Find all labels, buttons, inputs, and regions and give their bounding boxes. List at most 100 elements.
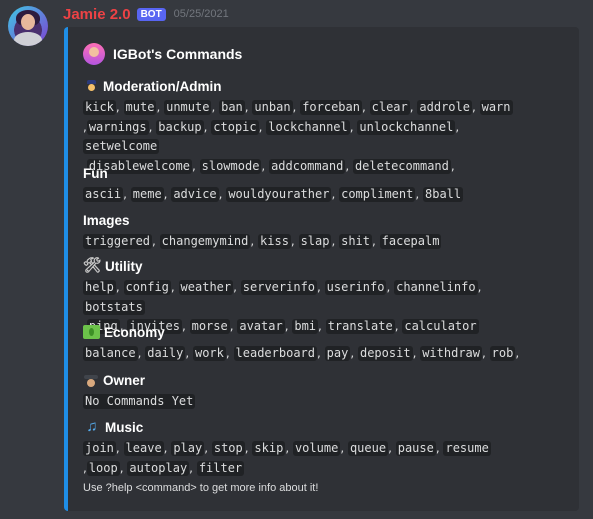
field-value: join, leave, play, stop, skip, volume, q…	[83, 439, 528, 478]
bot-badge: BOT	[136, 7, 166, 21]
command-code: backup	[156, 119, 204, 135]
field-title: ♫ Music	[83, 418, 528, 436]
command-code: shit	[339, 234, 373, 249]
command-code: addrole	[417, 100, 472, 115]
command-code: leave	[123, 441, 164, 456]
command-code: botstats	[83, 299, 145, 315]
command-code: play	[171, 441, 205, 456]
embed-author-name: IGBot's Commands	[113, 46, 243, 62]
command-line: triggered, changemymind, kiss, slap, shi…	[83, 234, 442, 249]
field-title: Moderation/Admin	[83, 77, 528, 95]
field-title: Owner	[83, 371, 528, 389]
embed-field-images: Images triggered, changemymind, kiss, sla…	[83, 211, 528, 252]
command-code: kiss	[258, 234, 291, 249]
detective-icon	[83, 372, 99, 388]
embed-author: IGBot's Commands	[83, 43, 242, 65]
command-code: resume	[443, 441, 491, 456]
command-code: unban	[252, 100, 293, 115]
field-value: No Commands Yet	[83, 392, 528, 412]
command-line: No Commands Yet	[83, 392, 528, 412]
command-code: unlockchannel	[357, 119, 456, 135]
command-code: withdraw	[420, 346, 482, 361]
command-code: leaderboard	[233, 346, 318, 361]
money-with-wings-icon	[83, 325, 100, 339]
command-code: warnings	[86, 119, 149, 135]
command-code: changemymind	[159, 234, 251, 249]
field-title: Images	[83, 211, 528, 229]
command-code: stop	[211, 441, 245, 456]
command-code: mute	[123, 100, 157, 115]
command-code: pause	[395, 441, 436, 456]
command-code: balance	[83, 346, 138, 361]
command-code: userinfo	[324, 280, 387, 295]
command-code: serverinfo	[240, 280, 318, 295]
command-code: facepalm	[379, 234, 442, 249]
command-line: join, leave, play, stop, skip, volume, q…	[83, 441, 491, 456]
command-code: daily	[145, 346, 186, 361]
command-code: meme	[130, 187, 164, 202]
command-code: advice	[171, 187, 219, 202]
command-code: rob	[489, 346, 516, 361]
username[interactable]: Jamie 2.0	[63, 6, 131, 23]
field-title: Economy	[83, 323, 528, 341]
command-line: balance, daily, work, leaderboard, pay, …	[83, 346, 520, 361]
command-code: deposit	[357, 346, 413, 361]
command-code: help	[83, 280, 116, 295]
command-code: config	[123, 280, 171, 295]
command-code: autoplay	[127, 460, 190, 476]
command-code: ctopic	[211, 119, 259, 135]
command-code: pay	[324, 346, 351, 361]
field-title-label: Images	[83, 212, 130, 228]
user-avatar[interactable]	[8, 6, 48, 46]
command-line: , loop, autoplay, filter	[83, 460, 245, 476]
command-code: slap	[298, 234, 332, 249]
field-value: triggered, changemymind, kiss, slap, shi…	[83, 232, 528, 252]
field-title: Fun	[83, 164, 528, 182]
command-code: forceban	[300, 100, 362, 115]
chat-message: Jamie 2.0 BOT 05/25/2021 IGBot's Command…	[0, 0, 593, 519]
command-code: filter	[196, 460, 245, 476]
command-code: loop	[86, 460, 120, 476]
embed-field-fun: Fun ascii, meme, advice, wouldyourather, …	[83, 164, 528, 205]
hammer-and-wrench-icon: 🛠	[82, 257, 102, 274]
embed-field-economy: Economy balance, daily, work, leaderboard…	[83, 323, 528, 364]
command-code: triggered	[83, 234, 153, 249]
command-code: work	[192, 346, 226, 361]
message-header: Jamie 2.0 BOT 05/25/2021	[63, 3, 229, 25]
embed-author-avatar-icon	[83, 43, 105, 65]
command-code: 8ball	[423, 187, 464, 202]
command-code: ascii	[83, 187, 124, 202]
field-title-label: Music	[105, 419, 144, 435]
command-code: compliment	[339, 187, 416, 202]
embed-field-owner: Owner No Commands Yet	[83, 371, 528, 412]
musical-note-icon: ♫	[86, 418, 98, 435]
field-title-label: Owner	[103, 372, 146, 388]
field-value: ascii, meme, advice, wouldyourather, com…	[83, 185, 528, 205]
message-timestamp[interactable]: 05/25/2021	[174, 8, 229, 20]
embed-field-moderation-admin: Moderation/Admin kick, mute, unmute, ban,…	[83, 77, 528, 176]
command-code: weather	[178, 280, 234, 295]
field-title-label: Moderation/Admin	[103, 78, 222, 94]
command-line: , warnings, backup, ctopic, lockchannel, …	[83, 119, 460, 154]
field-title-label: Fun	[83, 165, 108, 181]
command-code: queue	[347, 441, 389, 456]
command-code: channelinfo	[394, 280, 478, 295]
command-code: kick	[83, 100, 116, 115]
command-code: warn	[479, 100, 513, 115]
command-code: lockchannel	[266, 119, 350, 135]
command-code: ban	[219, 100, 245, 115]
field-title-label: Utility	[105, 258, 143, 274]
command-code: No Commands Yet	[83, 394, 196, 409]
command-code: join	[83, 441, 116, 456]
command-code: setwelcome	[83, 139, 160, 154]
command-code: clear	[369, 100, 410, 115]
embed-field-music: ♫ Music join, leave, play, stop, skip, vol…	[83, 418, 528, 478]
command-code: skip	[252, 441, 286, 456]
field-title-label: Economy	[104, 324, 165, 340]
police-officer-icon	[83, 78, 99, 94]
field-title: 🛠 Utility	[82, 257, 528, 275]
command-line: kick, mute, unmute, ban, unban, forceban…	[83, 100, 513, 115]
embed-footer-text: Use ?help <command> to get more info abo…	[83, 482, 319, 494]
command-code: volume	[292, 441, 341, 456]
command-line: ascii, meme, advice, wouldyourather, com…	[83, 187, 464, 202]
